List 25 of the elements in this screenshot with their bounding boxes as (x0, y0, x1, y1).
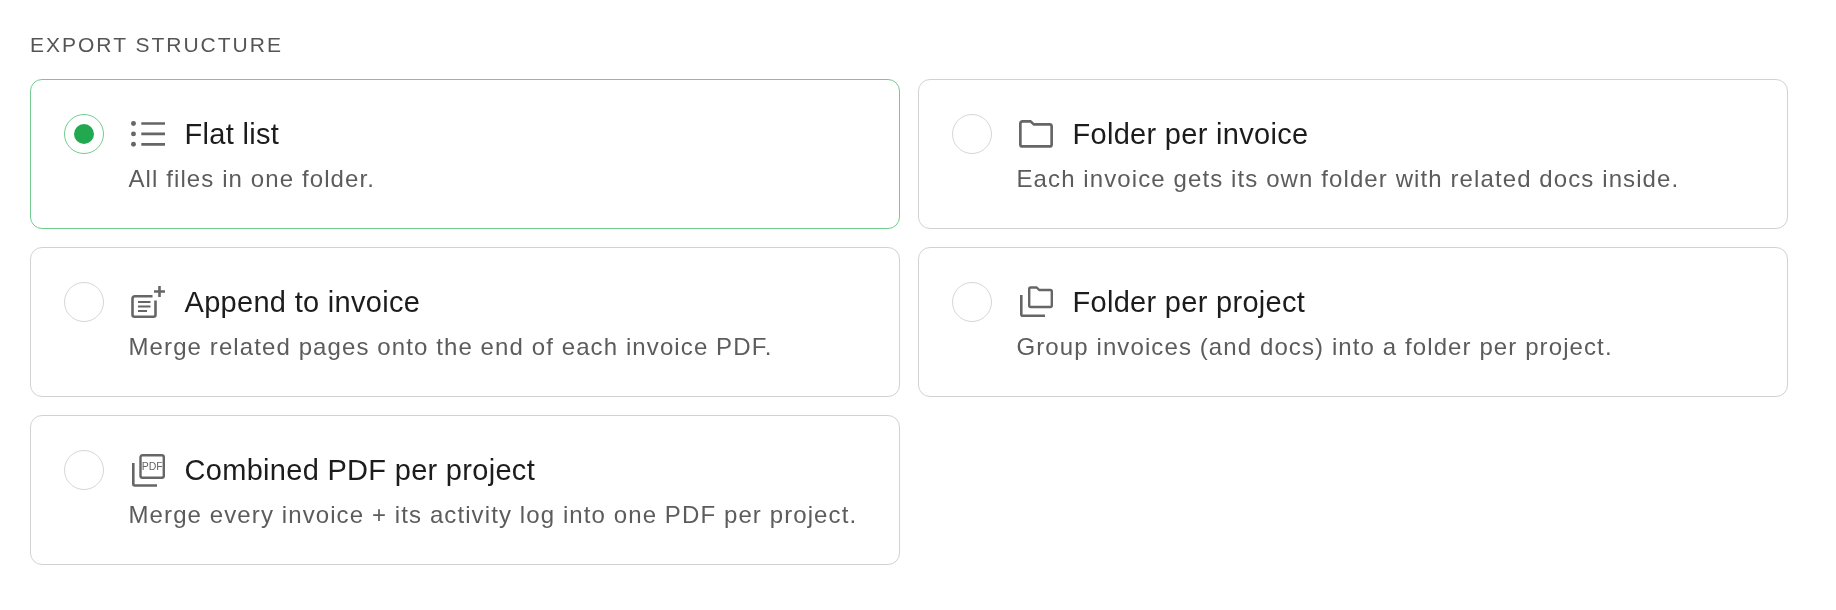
option-description: Merge every invoice + its activity log into one PDF per project. (128, 500, 859, 529)
option-card[interactable]: Folder per invoice Each invoice gets its own folder with related docs inside. (918, 79, 1788, 229)
radio-button[interactable] (951, 282, 992, 322)
option-card[interactable]: Folder per project Group invoices (and docs) into a folder per project. (918, 247, 1788, 397)
document-plus-icon (130, 286, 165, 318)
option-description: Each invoice gets its own folder with related docs inside. (1016, 164, 1681, 193)
option-description: All files in one folder. (128, 164, 377, 193)
option-title: Append to invoice (184, 285, 421, 319)
radio-button[interactable] (63, 282, 104, 322)
option-title: Folder per invoice (1072, 117, 1309, 151)
radio-button[interactable] (63, 450, 104, 490)
radio-button[interactable] (951, 114, 992, 154)
option-description: Merge related pages onto the end of each invoice PDF. (128, 332, 774, 361)
folders-icon (1018, 286, 1053, 318)
option-card[interactable]: Append to invoice Merge related pages onto the end of each invoice PDF. (30, 247, 900, 397)
option-card[interactable]: Flat list All files in one folder. (30, 79, 900, 229)
option-title: Combined PDF per project (184, 453, 535, 487)
option-title: Flat list (184, 117, 280, 151)
list-icon (130, 121, 165, 147)
option-card[interactable]: PDF Combined PDF per project Merge every invoice + its activity log into one PDF per project. (30, 415, 900, 565)
folder-icon (1018, 120, 1053, 148)
option-title: Folder per project (1072, 285, 1306, 319)
section-heading: EXPORT STRUCTURE (30, 34, 283, 56)
option-description: Group invoices (and docs) into a folder per project. (1016, 332, 1614, 361)
radio-button[interactable] (63, 114, 104, 154)
